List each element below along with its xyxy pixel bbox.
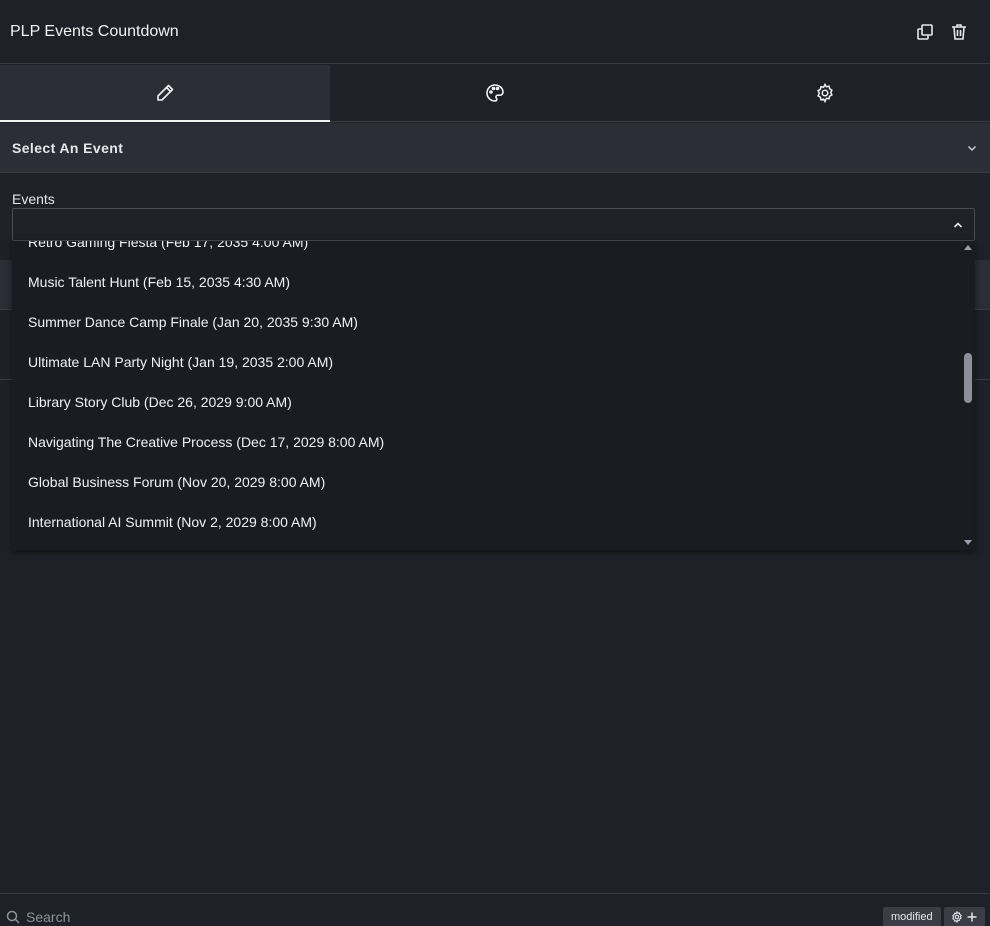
events-option-list: Retro Gaming Fiesta (Feb 17, 2035 4:00 A…	[12, 241, 961, 542]
gear-icon	[817, 83, 833, 103]
search-input[interactable]	[26, 909, 326, 925]
tab-style[interactable]	[330, 65, 660, 121]
panel-title: PLP Events Countdown	[10, 22, 179, 40]
panel-header: PLP Events Countdown	[0, 0, 990, 64]
pencil-icon	[157, 84, 174, 101]
gear-icon	[952, 911, 962, 923]
events-dropdown: Retro Gaming Fiesta (Feb 17, 2035 4:00 A…	[12, 241, 975, 550]
trash-icon[interactable]	[948, 21, 970, 43]
event-option[interactable]: Ultimate LAN Party Night (Jan 19, 2035 2…	[12, 342, 961, 382]
event-option[interactable]: Library Story Club (Dec 26, 2029 9:00 AM…	[12, 382, 961, 422]
chevron-up-icon	[953, 222, 963, 228]
scrollbar-thumb[interactable]	[964, 353, 972, 403]
header-actions	[914, 21, 980, 43]
editor-tabs	[0, 65, 990, 122]
copy-icon[interactable]	[914, 21, 936, 43]
scroll-up-arrow-icon[interactable]	[964, 245, 972, 250]
modified-badge[interactable]: modified	[883, 907, 941, 926]
dropdown-scrollbar[interactable]	[961, 241, 975, 550]
palette-icon	[486, 84, 504, 102]
plus-icon	[967, 912, 977, 922]
section-select-event[interactable]: Select An Event	[0, 123, 990, 173]
tab-settings[interactable]	[660, 65, 990, 121]
scroll-down-arrow-icon[interactable]	[964, 540, 972, 545]
event-option[interactable]: International AI Summit (Nov 2, 2029 8:0…	[12, 502, 961, 542]
events-select[interactable]	[12, 208, 975, 241]
tab-content[interactable]	[0, 65, 330, 122]
add-settings-button[interactable]	[944, 907, 985, 926]
event-option[interactable]: Navigating The Creative Process (Dec 17,…	[12, 422, 961, 462]
event-option[interactable]: Summer Dance Camp Finale (Jan 20, 2035 9…	[12, 302, 961, 342]
chevron-down-icon	[967, 145, 977, 151]
footer-search	[6, 909, 326, 925]
event-option[interactable]: Retro Gaming Fiesta (Feb 17, 2035 4:00 A…	[12, 241, 961, 262]
widget-editor-panel: PLP Events Countdown Select An Event Eve…	[0, 0, 990, 926]
panel-footer: modified	[0, 893, 990, 926]
search-icon	[6, 910, 20, 924]
events-label: Events	[12, 191, 55, 207]
event-option[interactable]: Global Business Forum (Nov 20, 2029 8:00…	[12, 462, 961, 502]
section-title: Select An Event	[12, 139, 124, 156]
event-option[interactable]: Music Talent Hunt (Feb 15, 2035 4:30 AM)	[12, 262, 961, 302]
